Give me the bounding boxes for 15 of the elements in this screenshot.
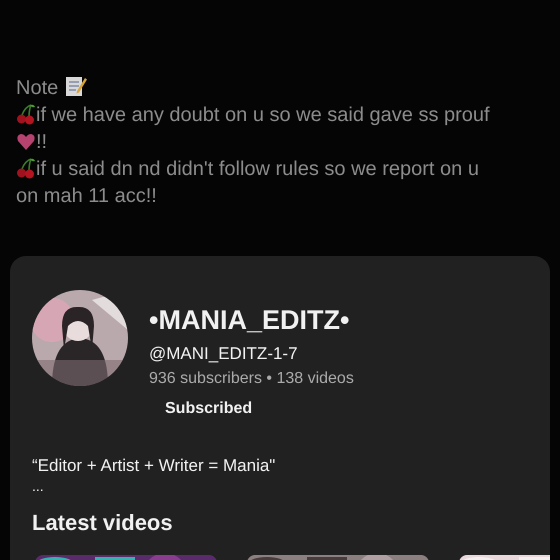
note-rule: on mah 11 acc!!	[16, 185, 157, 207]
channel-stats: 936 subscribers • 138 videos	[149, 370, 354, 388]
cherry-icon	[16, 103, 36, 125]
channel-description: “Editor + Artist + Writer = Mania"	[31, 455, 276, 476]
note-exclamation: !!	[36, 131, 48, 153]
section-title: Latest videos	[31, 509, 174, 536]
channel-name: •MANIA_EDITZ•	[149, 304, 350, 336]
cherry-icon	[16, 157, 36, 179]
note-title: Note	[16, 77, 58, 99]
more-link[interactable]: ...	[10, 476, 550, 494]
channel-handle: @MANI_EDITZ-1-7	[149, 344, 299, 364]
note-rule: if we have any doubt on u so we said gave ss prouf	[36, 104, 490, 126]
heart-icon	[16, 132, 36, 152]
memo-icon	[64, 74, 88, 98]
note-rule: if u said dn nd didn't follow rules so we report on u	[36, 158, 479, 180]
